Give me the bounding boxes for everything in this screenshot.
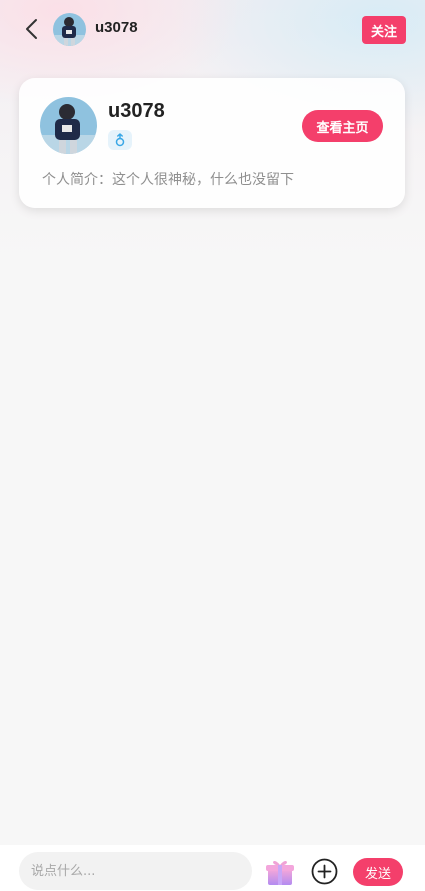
plus-circle-icon [311,858,338,885]
follow-button[interactable]: 关注 [362,16,406,44]
gender-badge [108,130,132,150]
male-icon [115,133,125,147]
avatar-image [53,13,86,46]
send-button[interactable]: 发送 [353,858,403,886]
header-avatar[interactable] [53,13,86,46]
view-home-button[interactable]: 查看主页 [302,110,383,142]
back-button[interactable] [18,14,46,44]
profile-card: u3078 查看主页 个人简介：这个人很神秘，什么也没留下 [19,78,405,208]
message-input[interactable] [19,852,252,890]
gift-button[interactable] [264,855,296,887]
header-username: u3078 [95,19,138,36]
message-composer: 发送 [0,845,425,891]
chevron-left-icon [26,19,37,39]
avatar-image [40,97,97,154]
gift-icon [266,860,294,885]
more-button[interactable] [311,858,338,885]
profile-avatar[interactable] [40,97,97,154]
profile-username: u3078 [108,100,165,122]
chat-header: u3078 关注 [0,0,425,60]
profile-bio: 个人简介：这个人很神秘，什么也没留下 [42,172,294,188]
